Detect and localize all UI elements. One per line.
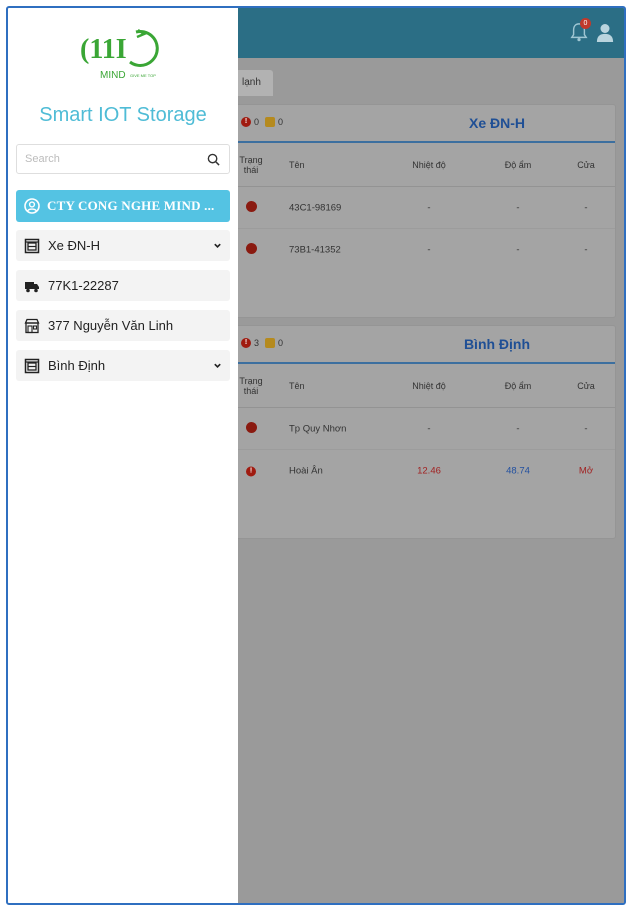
notification-badge: 0: [580, 18, 591, 29]
sidebar-item-377-nguyen-van-linh[interactable]: 377 Nguyễn Văn Linh: [16, 310, 230, 341]
header-temperature: Nhiệt độ: [412, 380, 446, 391]
alert-status-icon: !: [246, 466, 256, 477]
warehouse-icon: [24, 238, 40, 253]
group-card-binh-dinh: ! 3 0 Bình Định Trạng thái Tên Nhiệt độ …: [228, 325, 616, 539]
header-name: Tên: [289, 159, 305, 170]
header-status: Trạng thái: [239, 375, 263, 396]
truck-icon: [25, 281, 39, 292]
header-door: Cửa: [577, 159, 595, 170]
group-card-header: ! 0 0 Xe ĐN-H: [229, 105, 615, 143]
header-temperature: Nhiệt độ: [412, 159, 446, 170]
status-cell: !: [237, 466, 265, 477]
search-input[interactable]: [17, 145, 197, 173]
search-icon[interactable]: [207, 153, 220, 166]
humidity-cell: -: [516, 423, 520, 434]
sidebar-item-binh-dinh[interactable]: Bình Định: [16, 350, 230, 381]
table-row[interactable]: ! Hoài Ân 12.46 48.74 Mở: [229, 450, 615, 492]
user-circle-icon: [24, 198, 40, 214]
status-cell: [237, 421, 265, 436]
sidebar-item-organization[interactable]: CTY CONG NGHE MIND ...: [16, 190, 230, 222]
group-card-header: ! 3 0 Bình Định: [229, 326, 615, 364]
sidebar-item-label: 377 Nguyễn Văn Linh: [48, 318, 174, 333]
logo-text: MIND: [100, 70, 126, 81]
mind-logo: (11I MIND GIVE ME TOP: [80, 28, 159, 81]
group-title: Xe ĐN-H: [468, 115, 525, 131]
header-status: Trạng thái: [239, 154, 263, 175]
humidity-cell: -: [516, 244, 520, 256]
door-cell: -: [584, 244, 588, 256]
side-drawer: (11I MIND GIVE ME TOP Smart IOT Storage …: [8, 8, 238, 903]
chevron-down-icon[interactable]: [213, 241, 222, 250]
header-door: Cửa: [577, 380, 595, 391]
table-row[interactable]: 43C1-98169 - - -: [229, 187, 615, 229]
offline-status-icon: [245, 200, 257, 212]
humidity-cell: -: [516, 202, 520, 213]
sidebar-item-xe-dn-h[interactable]: Xe ĐN-H: [16, 230, 230, 261]
name-cell: 73B1-41352: [289, 244, 341, 256]
app-title: Smart IOT Storage: [39, 104, 207, 126]
name-cell: Tp Quy Nhơn: [289, 423, 347, 434]
humidity-cell: 48.74: [506, 465, 530, 477]
user-icon[interactable]: [596, 23, 614, 43]
table-header: Trạng thái Tên Nhiệt độ Độ ẩm Cửa: [229, 143, 615, 187]
door-cell: -: [584, 423, 588, 434]
offline-status-icon: [245, 243, 257, 254]
temperature-cell: -: [427, 202, 431, 213]
temperature-cell: 12.46: [417, 465, 441, 477]
status-cell: [237, 243, 265, 257]
temperature-cell: -: [427, 244, 431, 256]
svg-text:(11I: (11I: [80, 34, 127, 65]
name-cell: Hoài Ân: [289, 465, 323, 477]
header-humidity: Độ ẩm: [504, 380, 532, 391]
warehouse-icon: [24, 358, 40, 373]
temperature-cell: -: [427, 423, 431, 434]
table-row[interactable]: Tp Quy Nhơn - - -: [229, 408, 615, 450]
sidebar-item-77k1-22287[interactable]: 77K1-22287: [16, 270, 230, 301]
group-card-xe-dn-h: ! 0 0 Xe ĐN-H Trạng thái Tên Nhiệt độ Độ…: [228, 104, 616, 318]
header-humidity: Độ ẩm: [504, 159, 532, 170]
search-box: [16, 144, 230, 174]
name-cell: 43C1-98169: [289, 202, 342, 213]
sidebar-item-label: 77K1-22287: [48, 278, 119, 293]
logo-tagline: GIVE ME TOP: [130, 73, 156, 78]
sidebar-item-label: CTY CONG NGHE MIND ...: [47, 198, 215, 213]
offline-status-icon: [245, 421, 257, 433]
chevron-down-icon[interactable]: [213, 361, 222, 370]
sidebar-item-label: Xe ĐN-H: [48, 238, 101, 253]
group-title: Bình Định: [463, 336, 531, 352]
door-cell: Mở: [578, 465, 594, 477]
app-frame: 0 lạnh ! 0 0 Xe ĐN-H Trạng thái Tên Nhiệ…: [6, 6, 626, 905]
sidebar-item-label: Bình Định: [48, 358, 106, 373]
status-cell: [237, 200, 265, 215]
door-cell: -: [584, 202, 588, 213]
header-name: Tên: [289, 380, 305, 391]
table-header: Trạng thái Tên Nhiệt độ Độ ẩm Cửa: [229, 364, 615, 408]
store-icon: [24, 318, 40, 333]
table-row[interactable]: 73B1-41352 - - -: [229, 229, 615, 271]
